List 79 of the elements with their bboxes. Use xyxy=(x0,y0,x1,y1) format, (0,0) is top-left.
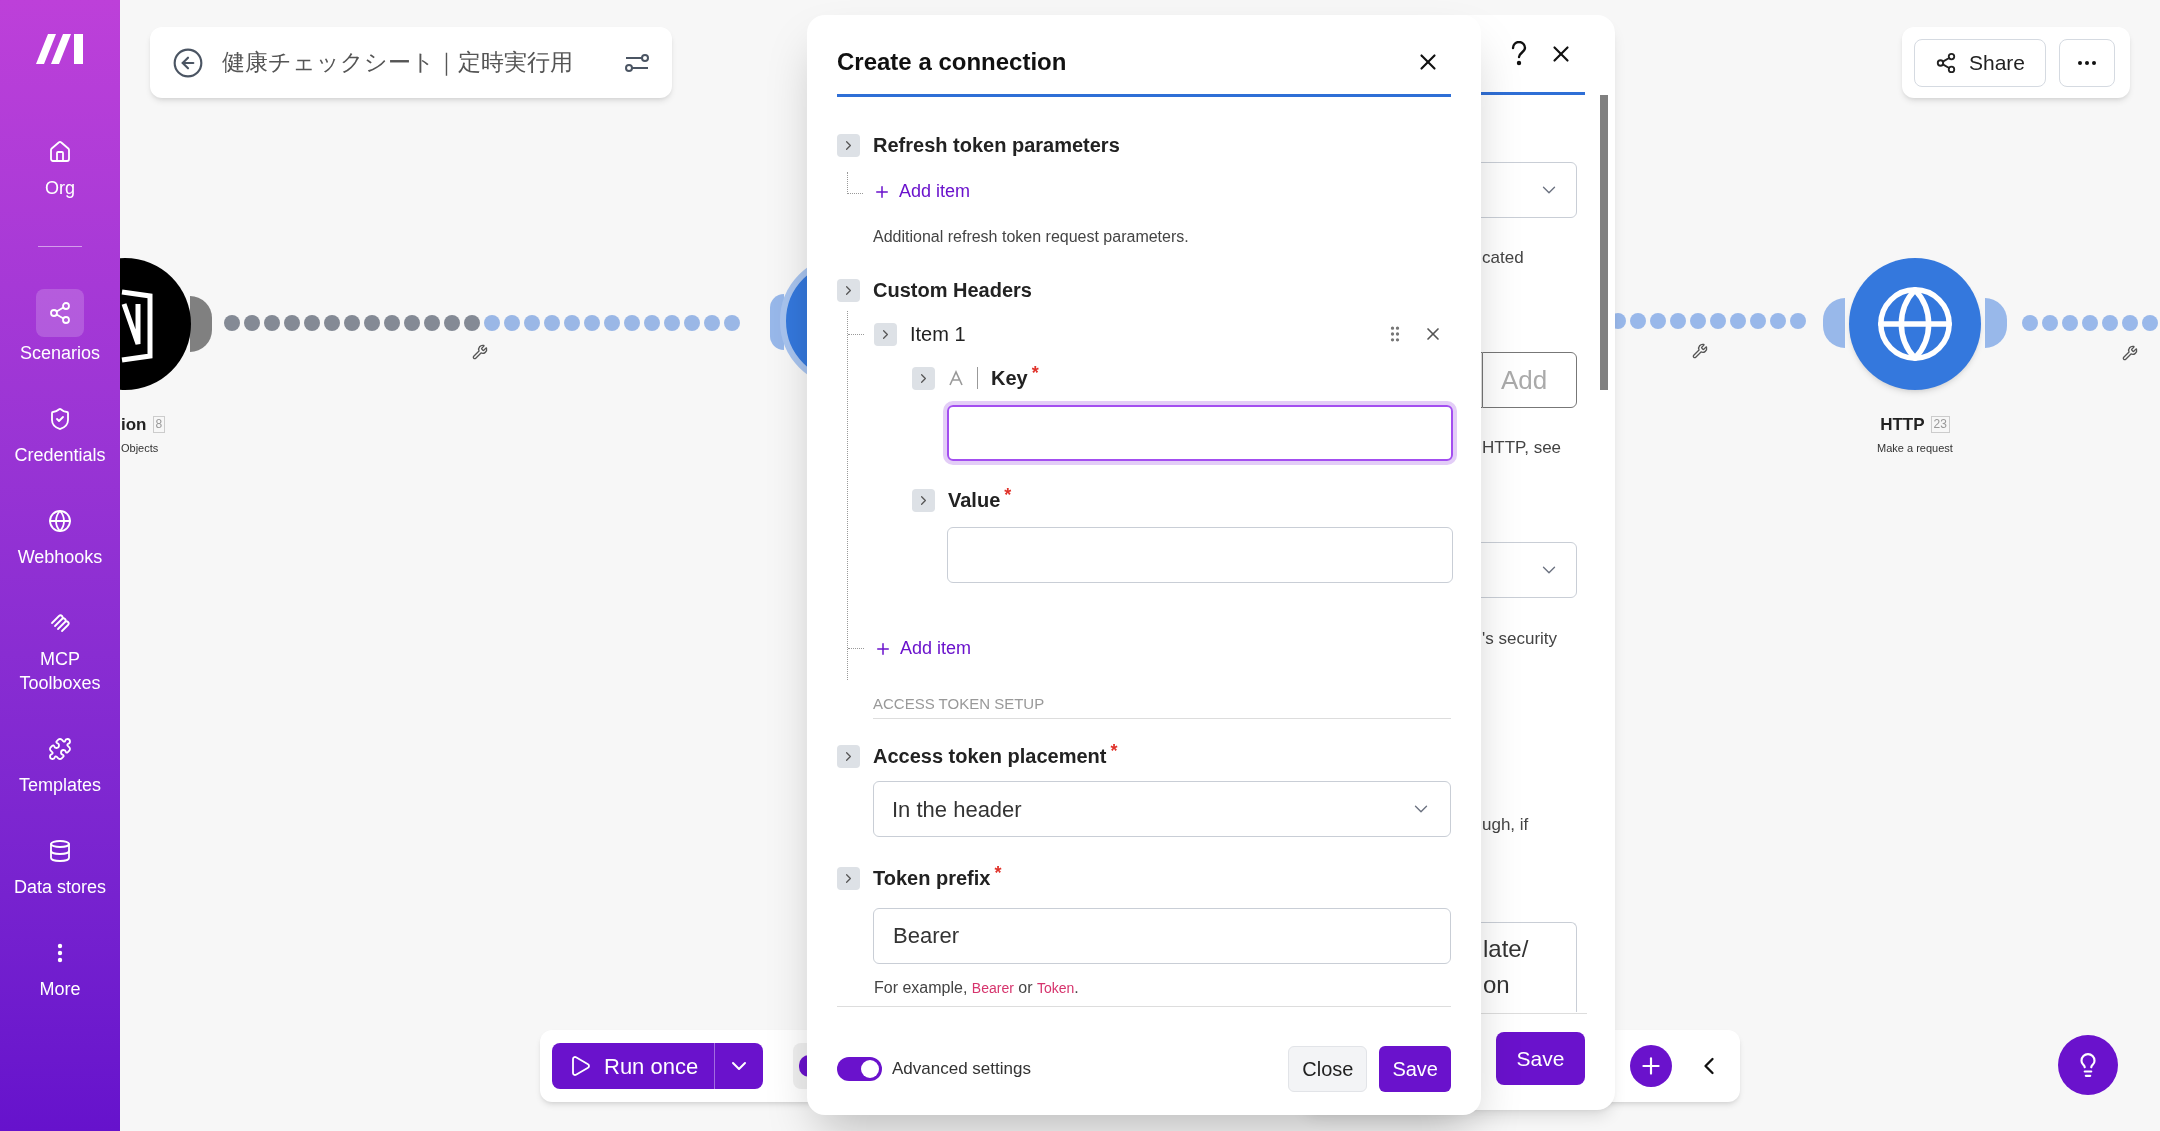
select-field[interactable]: In the header xyxy=(873,781,1451,837)
help-text: Additional refresh token request parameters. xyxy=(873,227,1190,247)
module-name: ion xyxy=(121,414,147,436)
toggle-label: Advanced settings xyxy=(892,1058,1032,1081)
module-node[interactable] xyxy=(120,258,191,390)
input-field[interactable]: Add xyxy=(1482,352,1577,408)
globe-icon xyxy=(48,509,72,533)
sidebar-item[interactable]: Data stores xyxy=(4,825,116,905)
required-mark: * xyxy=(994,863,1002,883)
cube-logo-icon xyxy=(121,289,153,363)
close-button[interactable]: Close xyxy=(1288,1046,1368,1092)
sidebar-item[interactable]: More xyxy=(4,927,116,1007)
help-text: ugh, if xyxy=(1482,814,1529,836)
sliders-icon[interactable] xyxy=(624,52,650,73)
module-subtitle: Make a request xyxy=(1877,440,1953,456)
required-mark: * xyxy=(1031,363,1039,383)
module-subtitle: Objects xyxy=(121,440,159,456)
connector-handle[interactable] xyxy=(190,296,212,352)
share-icon xyxy=(1935,51,1957,74)
text-line: on xyxy=(1483,970,1511,1000)
module-name: HTTP xyxy=(1880,414,1925,436)
sidebar-item[interactable]: Templates xyxy=(4,723,116,803)
shield-check-icon xyxy=(48,407,72,431)
field-label: Access token placement xyxy=(873,744,1107,769)
add-item-link[interactable]: Add item xyxy=(873,178,971,205)
module-count: 8 xyxy=(152,416,166,434)
expand-toggle[interactable] xyxy=(874,322,897,346)
puzzle-icon xyxy=(48,737,72,761)
coil-icon xyxy=(48,611,72,635)
module-count: 23 xyxy=(1930,416,1950,434)
sidebar-item[interactable]: MCP Toolboxes xyxy=(4,597,116,701)
more-icon xyxy=(57,943,63,963)
share-icon xyxy=(48,301,72,325)
tips-button[interactable] xyxy=(2058,1035,2118,1095)
input-field[interactable]: Bearer xyxy=(873,908,1451,964)
expand-toggle[interactable] xyxy=(837,744,860,768)
expand-toggle[interactable] xyxy=(837,278,860,302)
scenario-title: 健康チェックシート｜定時実行用 xyxy=(222,48,574,78)
add-module-button[interactable] xyxy=(1630,1045,1672,1087)
expand-toggle[interactable] xyxy=(837,133,860,157)
home-icon xyxy=(48,140,72,164)
help-text: 's security xyxy=(1482,628,1558,650)
connector-handle[interactable] xyxy=(1985,298,2007,348)
logo-icon xyxy=(36,34,84,64)
text-line: late/ xyxy=(1483,934,1530,964)
sidebar-item[interactable]: Credentials xyxy=(4,393,116,473)
add-item-link[interactable]: Add item xyxy=(874,635,972,662)
required-mark: * xyxy=(1004,485,1012,505)
connector-handle[interactable] xyxy=(770,294,784,350)
save-button[interactable]: Save xyxy=(1379,1046,1451,1092)
expand-toggle[interactable] xyxy=(912,366,935,390)
wrench-icon[interactable] xyxy=(472,344,488,360)
item-title: Item 1 xyxy=(910,322,967,347)
more-icon xyxy=(2078,60,2097,65)
field-label: Refresh token parameters xyxy=(873,133,1120,158)
expand-toggle[interactable] xyxy=(912,488,935,512)
section-heading: ACCESS TOKEN SETUP xyxy=(873,695,1045,712)
field-label: Token prefix xyxy=(873,866,991,891)
sidebar-item[interactable]: Scenarios xyxy=(4,283,116,371)
help-icon[interactable] xyxy=(1510,41,1528,67)
database-icon xyxy=(48,839,72,863)
wrench-icon[interactable] xyxy=(2122,345,2138,361)
field-label: Custom Headers xyxy=(873,278,1032,303)
field-label: Value xyxy=(948,488,1001,513)
wrench-icon[interactable] xyxy=(1692,343,1708,359)
help-text: For example, Bearer or Token. xyxy=(874,978,1080,998)
dialog-title: Create a connection xyxy=(837,47,1067,77)
required-mark: * xyxy=(1110,741,1118,761)
field-label: Key xyxy=(991,366,1028,391)
back-icon[interactable] xyxy=(172,46,204,79)
connector-handle[interactable] xyxy=(1823,298,1845,348)
help-text: cated xyxy=(1482,247,1524,269)
expand-toggle[interactable] xyxy=(837,866,860,890)
help-text: HTTP, see xyxy=(1482,437,1562,459)
save-button[interactable]: Save xyxy=(1496,1032,1585,1085)
sidebar-item[interactable]: Org xyxy=(4,126,116,206)
share-button[interactable]: Share xyxy=(1914,38,2047,87)
toggle-switch[interactable] xyxy=(837,1057,882,1081)
sidebar-item[interactable]: Webhooks xyxy=(4,495,116,575)
